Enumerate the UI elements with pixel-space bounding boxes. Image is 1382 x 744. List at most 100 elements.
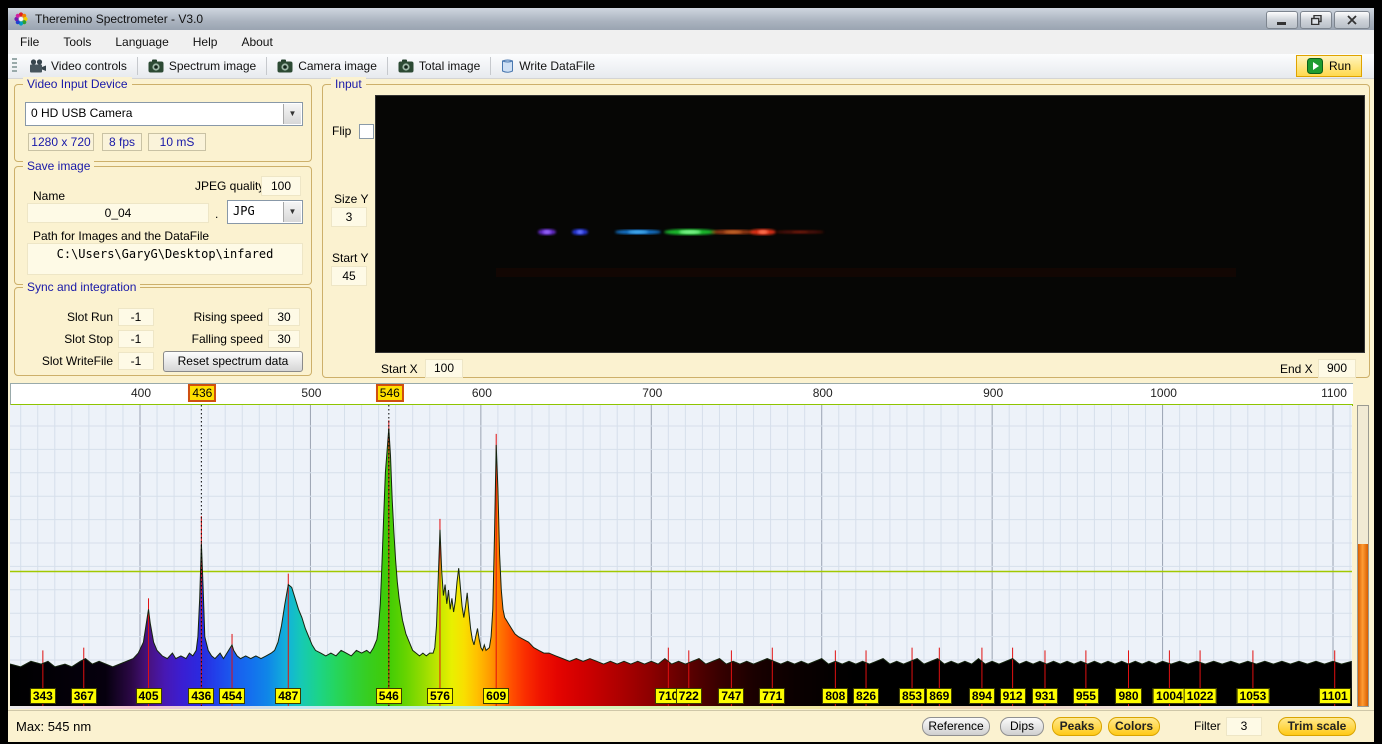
peak-wavelength-label: 487 [275, 688, 301, 704]
toolbar: Video controls Spectrum image Camera ima… [8, 54, 1374, 79]
level-indicator [1357, 405, 1369, 707]
camera-image-button[interactable]: Camera image [269, 55, 385, 77]
axis-tick-label: 700 [642, 386, 662, 400]
slot-writefile-label: Slot WriteFile [27, 354, 113, 368]
menu-file[interactable]: File [8, 30, 51, 54]
slot-writefile-field[interactable]: -1 [118, 352, 154, 370]
peak-wavelength-label: 367 [71, 688, 97, 704]
reset-spectrum-button[interactable]: Reset spectrum data [163, 351, 303, 372]
menu-help[interactable]: Help [181, 30, 230, 54]
format-value: JPG [233, 201, 255, 223]
peak-wavelength-label: 955 [1073, 688, 1099, 704]
peak-wavelength-label: 546 [376, 688, 402, 704]
toolbar-label: Spectrum image [169, 59, 256, 73]
write-datafile-button[interactable]: Write DataFile [493, 55, 603, 77]
toolbar-separator [490, 57, 491, 75]
name-label: Name [33, 189, 65, 203]
colors-button[interactable]: Colors [1108, 717, 1160, 736]
marker-wavelength-label[interactable]: 546 [376, 384, 404, 402]
exposure-button[interactable]: 10 mS [148, 133, 206, 151]
video-camera-icon [29, 59, 46, 73]
photo-camera-icon [148, 59, 164, 73]
run-label: Run [1329, 59, 1351, 73]
dot-separator: . [215, 207, 218, 221]
axis-tick-label: 500 [301, 386, 321, 400]
peak-wavelength-label: 722 [676, 688, 702, 704]
wavelength-scale: 40050060070080090010001100436546 [10, 383, 1353, 406]
menu-tools[interactable]: Tools [51, 30, 103, 54]
dips-button[interactable]: Dips [1000, 717, 1044, 736]
group-title: Input [331, 77, 366, 91]
peak-wavelength-label: 826 [853, 688, 879, 704]
color-reference-strip [10, 706, 1352, 709]
image-name-field[interactable]: 0_04 [27, 203, 209, 223]
flip-label: Flip [332, 124, 351, 138]
end-x-field[interactable]: 900 [1318, 359, 1356, 378]
axis-tick-label: 1000 [1150, 386, 1177, 400]
toolbar-grip[interactable] [12, 58, 17, 74]
chevron-down-icon[interactable]: ▼ [283, 202, 301, 222]
resolution-button[interactable]: 1280 x 720 [28, 133, 94, 151]
video-input-group: Video Input Device 0 HD USB Camera ▼ 128… [14, 84, 312, 162]
peak-wavelength-label: 869 [926, 688, 952, 704]
axis-tick-label: 600 [472, 386, 492, 400]
chevron-down-icon[interactable]: ▼ [283, 104, 301, 124]
status-bar: Max: 545 nm Reference Dips Peaks Colors … [8, 710, 1374, 742]
peak-wavelength-label: 454 [219, 688, 245, 704]
reference-button[interactable]: Reference [922, 717, 990, 736]
peak-wavelength-label: 1053 [1237, 688, 1270, 704]
group-title: Sync and integration [23, 280, 140, 294]
rising-speed-field[interactable]: 30 [268, 308, 300, 326]
size-y-field[interactable]: 3 [331, 207, 367, 227]
run-button[interactable]: Run [1296, 55, 1362, 77]
slot-stop-field[interactable]: -1 [118, 330, 154, 348]
menu-language[interactable]: Language [103, 30, 180, 54]
start-x-field[interactable]: 100 [425, 359, 463, 378]
total-image-button[interactable]: Total image [390, 55, 488, 77]
rising-speed-label: Rising speed [175, 310, 263, 324]
camera-preview[interactable] [375, 95, 1365, 353]
fps-button[interactable]: 8 fps [102, 133, 142, 151]
filter-label: Filter [1194, 719, 1221, 733]
falling-speed-field[interactable]: 30 [268, 330, 300, 348]
slot-run-field[interactable]: -1 [118, 308, 154, 326]
menu-bar: File Tools Language Help About [8, 30, 1374, 54]
start-y-label: Start Y [332, 251, 368, 265]
menu-about[interactable]: About [229, 30, 284, 54]
photo-camera-icon [398, 59, 414, 73]
app-window: Theremino Spectrometer - V3.0 File Tools… [8, 8, 1374, 741]
trim-scale-button[interactable]: Trim scale [1278, 717, 1356, 736]
marker-wavelength-label[interactable]: 436 [188, 384, 216, 402]
size-y-label: Size Y [334, 192, 368, 206]
title-bar[interactable]: Theremino Spectrometer - V3.0 [8, 8, 1374, 30]
end-x-label: End X [1280, 362, 1313, 376]
spectrum-chart: 40050060070080090010001100436546 3433674… [10, 383, 1368, 709]
filter-field[interactable]: 3 [1226, 717, 1262, 736]
peaks-button[interactable]: Peaks [1052, 717, 1102, 736]
sync-group: Sync and integration Slot Run -1 Slot St… [14, 287, 312, 376]
peak-wavelength-label: 931 [1032, 688, 1058, 704]
peak-wavelength-label: 747 [718, 688, 744, 704]
video-controls-button[interactable]: Video controls [21, 55, 135, 77]
peak-wavelength-label: 912 [1000, 688, 1026, 704]
axis-tick-label: 1100 [1321, 386, 1347, 400]
axis-tick-label: 900 [983, 386, 1003, 400]
slot-stop-label: Slot Stop [35, 332, 113, 346]
close-button[interactable] [1334, 11, 1370, 29]
minimize-button[interactable] [1266, 11, 1298, 29]
axis-tick-label: 400 [131, 386, 151, 400]
video-device-select[interactable]: 0 HD USB Camera ▼ [25, 102, 303, 126]
start-y-field[interactable]: 45 [331, 266, 367, 286]
datafile-icon [501, 59, 514, 74]
format-select[interactable]: JPG ▼ [227, 200, 303, 224]
peak-wavelength-label: 436 [188, 688, 214, 704]
peak-wavelength-label: 343 [30, 688, 56, 704]
restore-button[interactable] [1300, 11, 1332, 29]
flip-checkbox[interactable] [359, 124, 374, 139]
spectrum-plot[interactable] [10, 405, 1352, 707]
save-image-group: Save image JPEG quality 100 Name 0_04 . … [14, 166, 312, 285]
jpeg-quality-field[interactable]: 100 [261, 176, 301, 196]
path-field[interactable]: C:\Users\GaryG\Desktop\infared [27, 243, 303, 275]
spectrum-image-button[interactable]: Spectrum image [140, 55, 264, 77]
play-icon [1307, 58, 1323, 74]
